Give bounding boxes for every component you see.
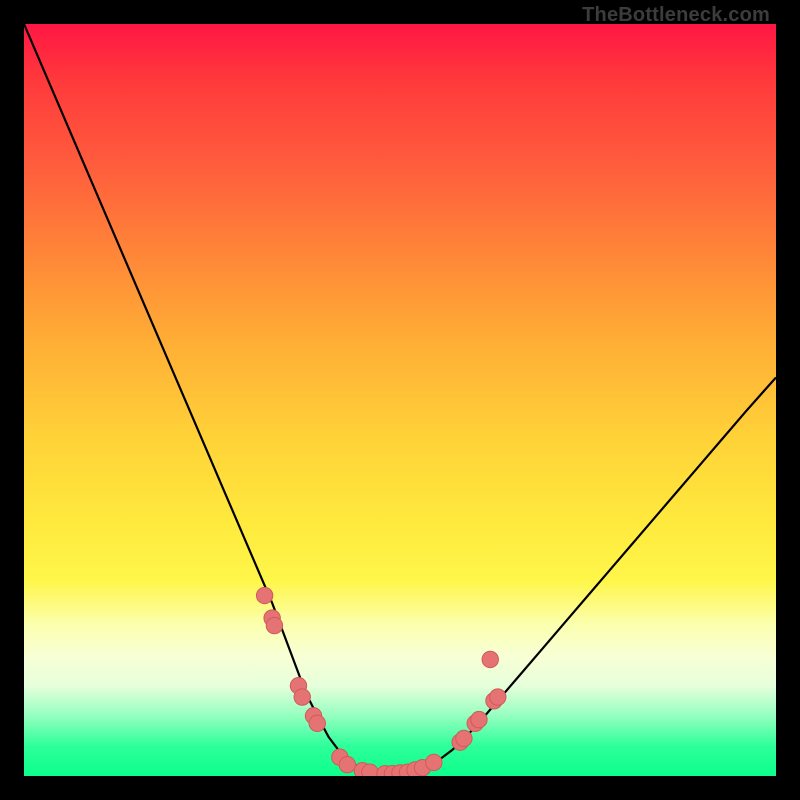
marker-point: [490, 689, 506, 705]
marker-point: [482, 651, 498, 667]
chart-svg: [24, 24, 776, 776]
watermark-text: TheBottleneck.com: [582, 4, 770, 27]
marker-group: [256, 587, 506, 776]
marker-point: [256, 587, 272, 603]
marker-point: [294, 689, 310, 705]
marker-point: [362, 764, 378, 776]
bottleneck-curve: [24, 24, 776, 775]
marker-point: [266, 617, 282, 633]
marker-point: [471, 711, 487, 727]
marker-point: [309, 715, 325, 731]
marker-point: [426, 754, 442, 770]
marker-point: [456, 730, 472, 746]
marker-point: [339, 757, 355, 773]
chart-plot-area: [24, 24, 776, 776]
